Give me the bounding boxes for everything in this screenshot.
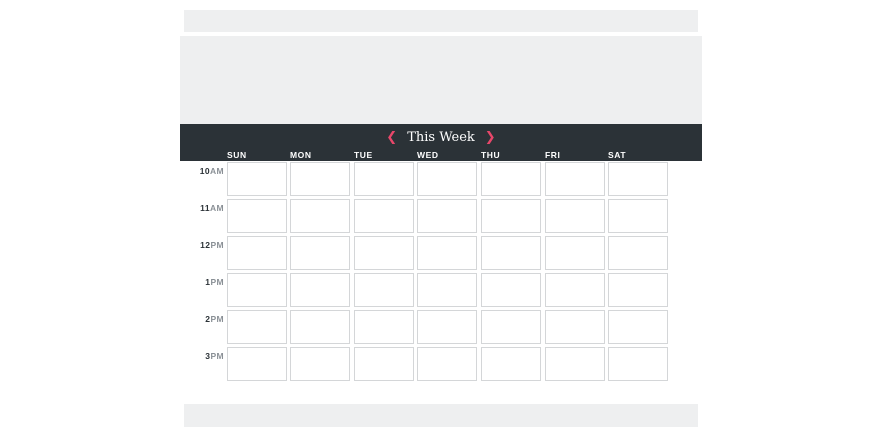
time-slot-fri-12pm[interactable] (545, 236, 605, 270)
bottom-placeholder-bar (184, 404, 698, 427)
time-slot-sat-11am[interactable] (608, 199, 668, 233)
time-label: 2PM (180, 313, 224, 325)
time-slot-tue-3pm[interactable] (354, 347, 414, 381)
time-slot-sun-11am[interactable] (227, 199, 287, 233)
time-slot-sun-12pm[interactable] (227, 236, 287, 270)
time-slot-wed-1pm[interactable] (417, 273, 477, 307)
time-slot-tue-11am[interactable] (354, 199, 414, 233)
time-ampm: PM (210, 240, 224, 250)
time-slot-sat-10am[interactable] (608, 162, 668, 196)
time-slot-wed-11am[interactable] (417, 199, 477, 233)
time-ampm: PM (210, 351, 224, 361)
time-ampm: PM (210, 277, 224, 287)
time-slot-wed-10am[interactable] (417, 162, 477, 196)
time-label: 1PM (180, 276, 224, 288)
time-hour: 10 (199, 166, 210, 176)
time-label: 11AM (180, 202, 224, 214)
time-slot-wed-12pm[interactable] (417, 236, 477, 270)
chevron-left-icon[interactable]: ❮ (380, 128, 403, 148)
time-slot-thu-1pm[interactable] (481, 273, 541, 307)
time-slot-thu-10am[interactable] (481, 162, 541, 196)
time-slot-sat-1pm[interactable] (608, 273, 668, 307)
time-slot-mon-12pm[interactable] (290, 236, 350, 270)
time-label: 10AM (180, 165, 224, 177)
time-hour: 11 (200, 203, 210, 213)
time-slot-thu-3pm[interactable] (481, 347, 541, 381)
time-slot-thu-12pm[interactable] (481, 236, 541, 270)
top-placeholder-bar (184, 10, 698, 32)
time-label: 12PM (180, 239, 224, 251)
time-slot-fri-11am[interactable] (545, 199, 605, 233)
time-slot-sun-1pm[interactable] (227, 273, 287, 307)
time-slot-thu-2pm[interactable] (481, 310, 541, 344)
time-ampm: AM (209, 166, 224, 176)
day-label-wed: WED (417, 150, 439, 160)
chevron-right-icon[interactable]: ❯ (479, 128, 502, 148)
time-slot-fri-2pm[interactable] (545, 310, 605, 344)
time-slot-fri-3pm[interactable] (545, 347, 605, 381)
day-label-sat: SAT (608, 150, 627, 160)
week-title: This Week (407, 130, 475, 145)
week-nav: ❮ This Week ❯ (180, 128, 702, 148)
day-label-mon: MON (290, 150, 312, 160)
time-slot-sat-12pm[interactable] (608, 236, 668, 270)
time-ampm: PM (210, 314, 224, 324)
time-slot-mon-2pm[interactable] (290, 310, 350, 344)
time-slot-fri-1pm[interactable] (545, 273, 605, 307)
time-slot-sun-3pm[interactable] (227, 347, 287, 381)
time-slot-wed-3pm[interactable] (417, 347, 477, 381)
time-slot-thu-11am[interactable] (481, 199, 541, 233)
time-hour: 12 (200, 240, 211, 250)
time-ampm: AM (209, 203, 224, 213)
time-slot-mon-1pm[interactable] (290, 273, 350, 307)
hero-placeholder-panel (180, 36, 702, 124)
day-labels: SUN MON TUE WED THU FRI SAT (180, 149, 702, 161)
day-label-fri: FRI (545, 150, 561, 160)
time-slot-tue-12pm[interactable] (354, 236, 414, 270)
time-slot-mon-11am[interactable] (290, 199, 350, 233)
time-slot-sun-10am[interactable] (227, 162, 287, 196)
day-label-tue: TUE (354, 150, 373, 160)
time-slot-mon-3pm[interactable] (290, 347, 350, 381)
time-slot-sun-2pm[interactable] (227, 310, 287, 344)
week-header: ❮ This Week ❯ SUN MON TUE WED THU FRI SAT (180, 124, 702, 161)
time-slot-tue-1pm[interactable] (354, 273, 414, 307)
time-slot-sat-3pm[interactable] (608, 347, 668, 381)
day-label-thu: THU (481, 150, 501, 160)
time-slot-fri-10am[interactable] (545, 162, 605, 196)
time-slot-wed-2pm[interactable] (417, 310, 477, 344)
time-slot-sat-2pm[interactable] (608, 310, 668, 344)
time-slot-tue-10am[interactable] (354, 162, 414, 196)
time-slot-tue-2pm[interactable] (354, 310, 414, 344)
day-label-sun: SUN (227, 150, 247, 160)
time-label: 3PM (180, 350, 224, 362)
time-slot-mon-10am[interactable] (290, 162, 350, 196)
